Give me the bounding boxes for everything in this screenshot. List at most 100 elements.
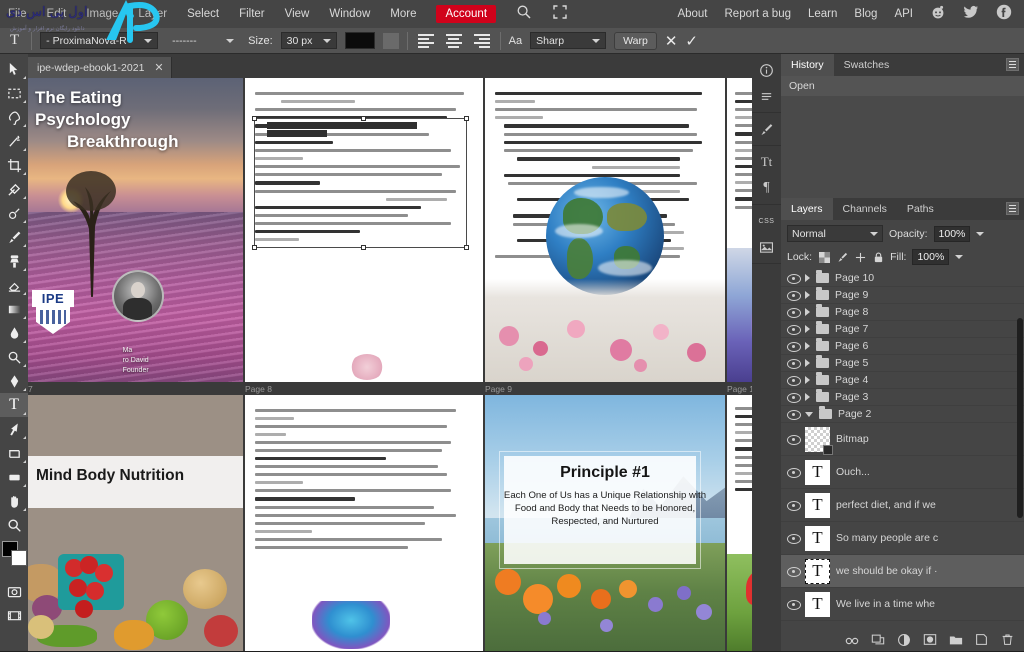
menu-item-layer[interactable]: Layer [138,8,167,20]
tab-layers[interactable]: Layers [781,198,833,220]
layer-row[interactable]: T We live in a time whe [781,588,1024,621]
type-tool[interactable]: T [0,393,28,417]
color-chips[interactable] [2,541,28,567]
text-selection-box[interactable] [254,118,467,248]
document-tab[interactable]: ipe-wdep-ebook1-2021 ✕ [28,57,172,78]
canvas-page-9[interactable]: Page 9 [485,78,725,382]
twitter-icon[interactable] [963,4,979,25]
info-panel-icon[interactable] [752,57,781,83]
align-left-icon[interactable] [416,32,436,50]
chevron-right-icon[interactable] [805,291,810,299]
paragraph-panel-icon[interactable]: ¶ [752,175,781,201]
delete-layer-icon[interactable] [1001,633,1014,646]
layer-row[interactable]: T perfect diet, and if we [781,489,1024,522]
layers-list[interactable]: Page 10 Page 9 Page 8 Page 7 Page 6 Page… [781,270,1024,621]
lock-all-icon[interactable] [872,251,884,263]
document-canvas[interactable]: The Eating Psychology Breakthrough Ma ro… [28,78,776,651]
eye-icon[interactable] [787,599,799,609]
chevron-right-icon[interactable] [805,325,810,333]
layer-style-icon[interactable] [871,633,884,646]
panel-menu-icon[interactable] [1006,58,1019,71]
warp-text-button[interactable]: Warp [614,32,657,50]
new-group-icon[interactable] [949,633,962,646]
canvas-page-8[interactable]: Page 8 [245,78,483,382]
camera-tool[interactable] [0,579,28,603]
commit-icon[interactable]: ✓ [685,32,698,50]
lasso-tool[interactable] [0,105,28,129]
chevron-right-icon[interactable] [805,376,810,384]
lock-transparency-icon[interactable] [818,251,830,263]
menu-item-learn[interactable]: Learn [808,8,837,20]
lock-image-icon[interactable] [836,251,848,263]
tab-history[interactable]: History [781,54,834,76]
chevron-right-icon[interactable] [805,342,810,350]
layer-row[interactable]: Page 6 [781,338,1024,355]
panel-menu-icon[interactable] [1006,202,1019,215]
fullscreen-icon[interactable] [552,4,568,25]
chevron-right-icon[interactable] [805,274,810,282]
text-color-swatch[interactable] [345,32,375,49]
menu-item-more[interactable]: More [390,8,416,20]
menu-item-window[interactable]: Window [329,8,370,20]
eye-icon[interactable] [787,375,799,385]
paint-brush-tool[interactable] [0,225,28,249]
canvas-page-7[interactable]: The Eating Psychology Breakthrough Ma ro… [28,78,243,382]
gradient-tool[interactable] [0,297,28,321]
image-panel-icon[interactable] [752,234,781,260]
layer-row[interactable]: Page 2 [781,406,1024,423]
eye-icon[interactable] [787,290,799,300]
layer-row[interactable]: Page 7 [781,321,1024,338]
menu-item-edit[interactable]: Edit [47,8,67,20]
layer-row[interactable]: Page 10 [781,270,1024,287]
move-tool[interactable] [0,57,28,81]
menu-item-about[interactable]: About [677,8,707,20]
layers-scrollbar-thumb[interactable] [1017,318,1023,518]
adjustment-layer-icon[interactable] [897,633,910,646]
menu-item-blog[interactable]: Blog [854,8,877,20]
eye-icon[interactable] [787,434,799,444]
eraser-tool[interactable] [0,273,28,297]
tab-swatches[interactable]: Swatches [834,54,900,76]
pen-tool[interactable] [0,369,28,393]
eye-icon[interactable] [787,358,799,368]
fill-value[interactable]: 100% [912,249,949,265]
opacity-chevron-down-icon[interactable] [976,232,984,236]
tab-paths[interactable]: Paths [897,198,944,220]
antialias-select[interactable]: Sharp [530,32,606,49]
align-right-icon[interactable] [472,32,492,50]
css-panel-icon[interactable]: CSS [752,208,781,234]
eye-icon[interactable] [787,307,799,317]
opacity-value[interactable]: 100% [934,226,971,242]
menu-item-file[interactable]: File [8,8,27,20]
chevron-right-icon[interactable] [805,393,810,401]
rect-shape-tool[interactable] [0,465,28,489]
new-layer-icon[interactable] [975,633,988,646]
blend-mode-select[interactable]: Normal [787,225,883,242]
font-family-select[interactable]: - ProximaNova-R [40,32,158,49]
lock-position-icon[interactable] [854,251,866,263]
eye-icon[interactable] [787,467,799,477]
eye-icon[interactable] [787,324,799,334]
hand-tool[interactable] [0,489,28,513]
menu-item-filter[interactable]: Filter [239,8,265,20]
canvas-page-principle-1[interactable]: Principle #1 Each One of Us has a Unique… [485,395,725,651]
layer-row[interactable]: Page 9 [781,287,1024,304]
facebook-icon[interactable] [996,4,1012,25]
reddit-icon[interactable] [930,4,946,25]
tab-channels[interactable]: Channels [833,198,897,220]
layer-row-selected[interactable]: T we should be okay if · [781,555,1024,588]
layer-row[interactable]: Page 8 [781,304,1024,321]
link-layers-icon[interactable] [845,633,858,646]
eye-icon[interactable] [787,409,799,419]
cancel-icon[interactable]: ✕ [665,32,678,50]
menu-item-api[interactable]: API [894,8,913,20]
chevron-right-icon[interactable] [805,308,810,316]
layer-row[interactable]: T So many people are c [781,522,1024,555]
menu-item-report-a-bug[interactable]: Report a bug [725,8,792,20]
font-style-select[interactable]: ------- [166,32,240,49]
shape-tool[interactable] [0,441,28,465]
magic-wand-tool[interactable] [0,129,28,153]
close-icon[interactable]: ✕ [154,61,163,74]
eye-icon[interactable] [787,392,799,402]
blur-tool[interactable] [0,321,28,345]
